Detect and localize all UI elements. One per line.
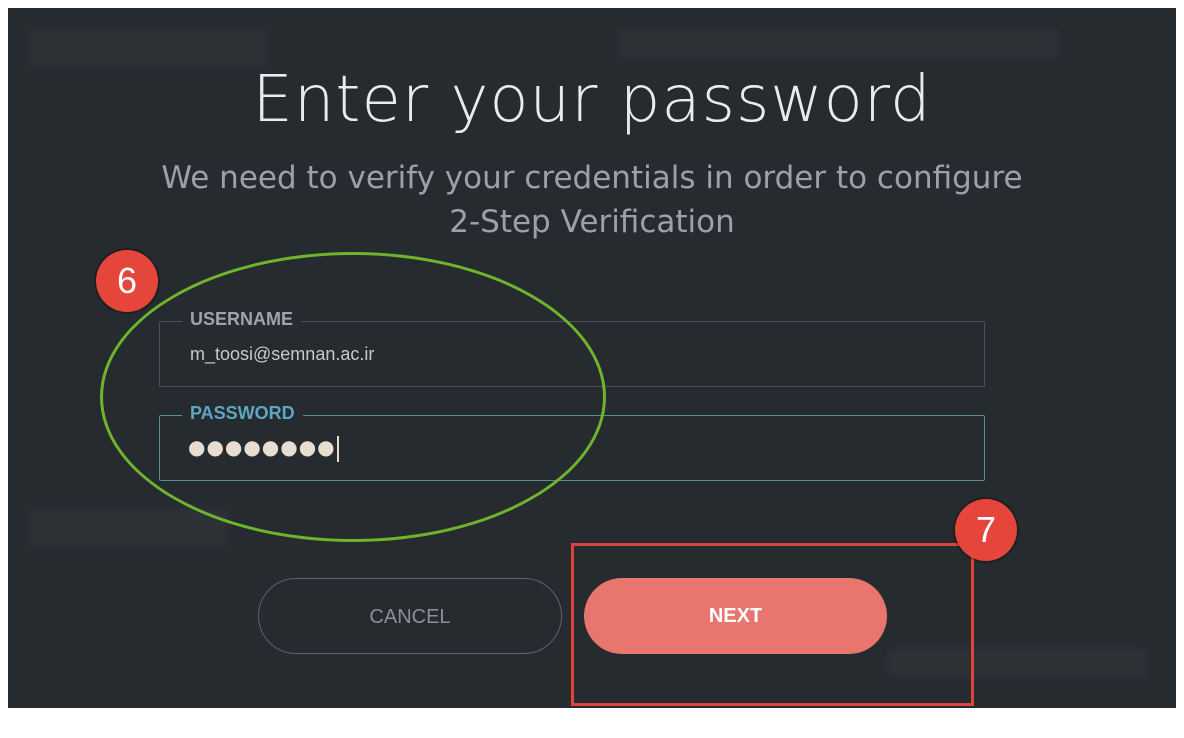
password-dialog: Enter your password We need to verify yo… (8, 8, 1176, 708)
background-blur (28, 508, 228, 548)
page-subtitle: We need to verify your credentials in or… (8, 156, 1176, 244)
annotation-circle (100, 252, 606, 542)
annotation-rectangle (571, 543, 974, 706)
background-blur (618, 28, 1058, 58)
step-7-badge: 7 (955, 499, 1017, 561)
subtitle-line-1: We need to verify your credentials in or… (161, 160, 1023, 196)
page-title: Enter your password (252, 63, 932, 137)
subtitle-line-2: 2-Step Verification (449, 204, 735, 240)
step-6-badge: 6 (96, 250, 158, 312)
cancel-button[interactable]: CANCEL (258, 578, 562, 654)
